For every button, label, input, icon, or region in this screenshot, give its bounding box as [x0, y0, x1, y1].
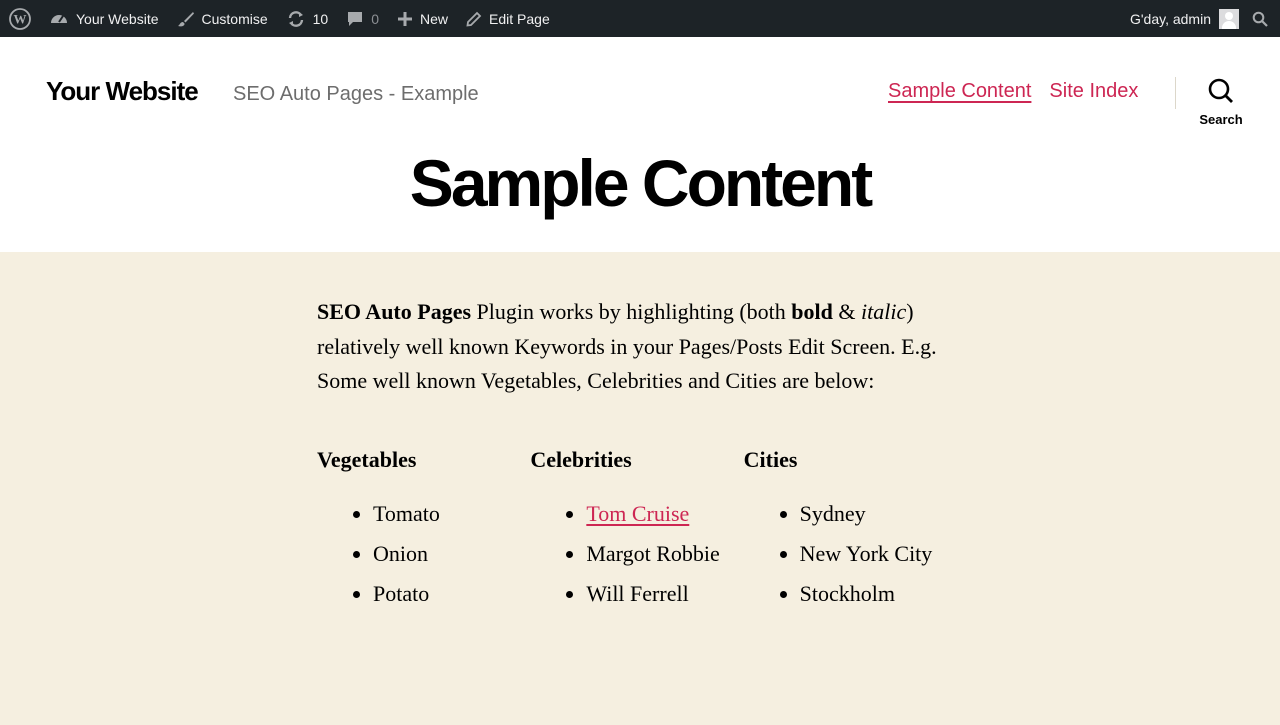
column-heading: Celebrities	[530, 446, 632, 472]
list-item: Will Ferrell	[586, 577, 743, 612]
brush-icon	[177, 11, 194, 26]
edit-page-label: Edit Page	[489, 10, 550, 27]
column-celebrities: Celebrities Tom Cruise Margot Robbie Wil…	[530, 447, 743, 617]
intro-bold-word: bold	[791, 299, 833, 324]
comments-button[interactable]: 0	[337, 0, 388, 37]
greeting-label: G'day, admin	[1129, 10, 1211, 27]
pencil-icon	[466, 11, 482, 27]
intro-text-2: &	[832, 299, 861, 324]
keyword-list: Tomato Onion Potato	[317, 497, 530, 612]
intro-paragraph: SEO Auto Pages Plugin works by highlight…	[317, 295, 937, 399]
list-item: Tom Cruise	[586, 497, 743, 532]
wordpress-logo-button[interactable]: W	[0, 0, 40, 37]
search-icon	[1252, 11, 1268, 27]
list-item: Sydney	[800, 497, 957, 532]
new-label: New	[420, 10, 449, 27]
new-content-button[interactable]: New	[388, 0, 457, 37]
list-item: New York City	[800, 537, 957, 572]
column-heading: Cities	[743, 446, 798, 472]
site-name-label: Your Website	[76, 10, 159, 27]
edit-page-button[interactable]: Edit Page	[457, 0, 559, 37]
customise-label: Customise	[201, 10, 268, 27]
dashboard-icon	[51, 14, 67, 23]
keyword-columns: Vegetables Tomato Onion Potato Celebriti…	[317, 447, 957, 617]
keyword-list: Tom Cruise Margot Robbie Will Ferrell	[530, 497, 743, 612]
updates-count: 10	[312, 10, 329, 27]
avatar	[1219, 8, 1239, 29]
site-header: Your Website SEO Auto Pages - Example Sa…	[0, 37, 1280, 252]
list-item: Stockholm	[800, 577, 957, 612]
keyword-list: Sydney New York City Stockholm	[744, 497, 957, 612]
intro-bold-lead: SEO Auto Pages	[317, 299, 472, 324]
column-heading: Vegetables	[317, 446, 417, 472]
intro-text-1: Plugin works by highlighting (both	[471, 299, 792, 324]
customise-button[interactable]: Customise	[168, 0, 277, 37]
intro-italic-word: italic	[861, 299, 907, 324]
site-name-menu[interactable]: Your Website	[40, 0, 168, 37]
entry-content: SEO Auto Pages Plugin works by highlight…	[317, 295, 957, 617]
search-label: Search	[1199, 112, 1243, 127]
admin-search-button[interactable]	[1243, 0, 1280, 37]
column-cities: Cities Sydney New York City Stockholm	[744, 447, 957, 617]
list-item: Margot Robbie	[586, 537, 743, 572]
list-item: Potato	[373, 577, 530, 612]
plus-icon	[398, 11, 413, 26]
updates-button[interactable]: 10	[277, 0, 338, 37]
site-description: SEO Auto Pages - Example	[233, 83, 479, 105]
page-title: Sample Content	[409, 146, 873, 220]
updates-icon	[288, 10, 303, 27]
list-item: Tomato	[373, 497, 530, 532]
search-icon	[1208, 78, 1233, 103]
comment-icon	[348, 11, 363, 26]
nav-divider	[1175, 77, 1176, 109]
primary-nav: Sample Content Site Index	[888, 80, 1156, 103]
list-item: Onion	[373, 537, 530, 572]
nav-item-site-index[interactable]: Site Index	[1049, 80, 1138, 103]
account-menu[interactable]: G'day, admin	[1121, 0, 1243, 37]
nav-item-sample-content[interactable]: Sample Content	[888, 80, 1031, 103]
svg-text:W: W	[14, 11, 27, 26]
site-title[interactable]: Your Website	[46, 76, 199, 107]
wordpress-icon: W	[9, 7, 31, 30]
comments-count: 0	[371, 10, 380, 27]
admin-bar: W Your Website Customise 10 0 New Edit P…	[0, 0, 1280, 37]
column-vegetables: Vegetables Tomato Onion Potato	[317, 447, 530, 617]
search-toggle-button[interactable]: Search	[1197, 77, 1245, 127]
tom-cruise-link[interactable]: Tom Cruise	[586, 501, 689, 526]
